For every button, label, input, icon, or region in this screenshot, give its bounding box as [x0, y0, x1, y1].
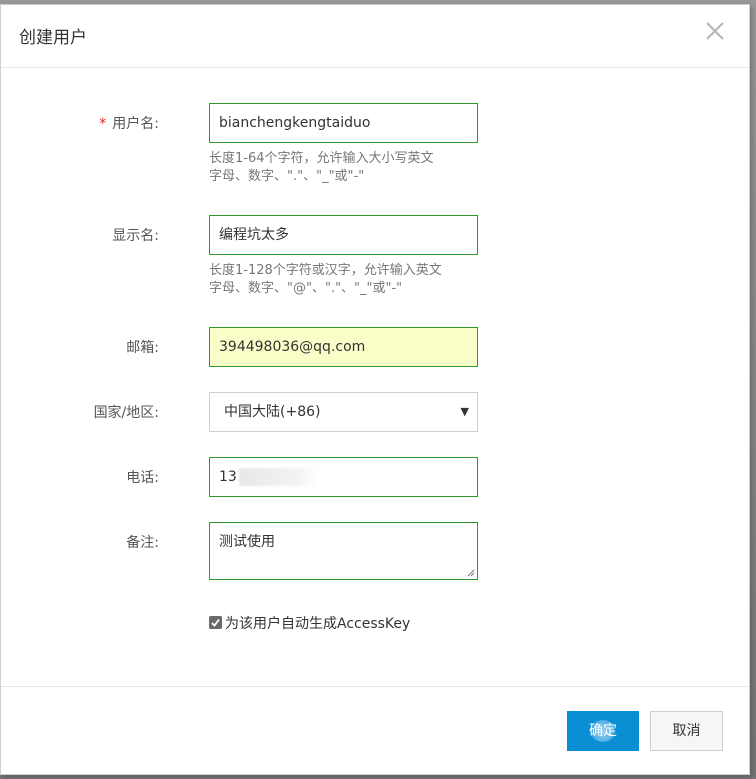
footer-divider	[1, 686, 749, 687]
note-label: 备注:	[126, 535, 159, 551]
close-icon[interactable]	[703, 19, 727, 43]
username-label: * 用户名:	[99, 116, 159, 132]
dialog-title: 创建用户	[19, 28, 87, 48]
redacted-blur	[238, 468, 319, 486]
region-label: 国家/地区:	[93, 405, 159, 421]
note-textarea[interactable]: 测试使用	[209, 522, 478, 580]
auto-accesskey-checkbox[interactable]	[209, 616, 222, 629]
phone-input[interactable]: 13	[209, 457, 478, 497]
email-label: 邮箱:	[126, 340, 159, 356]
check-icon	[209, 616, 222, 629]
auto-accesskey-label: 为该用户自动生成AccessKey	[225, 616, 411, 632]
display-name-label: 显示名:	[112, 228, 159, 244]
caret-down-icon: ▼	[460, 405, 469, 418]
dialog-header: 创建用户	[1, 5, 749, 68]
email-input[interactable]: 394498036@qq.com	[209, 327, 478, 367]
region-select[interactable]: 中国大陆(+86) ▼	[209, 392, 478, 432]
region-selected-value: 中国大陆(+86)	[224, 404, 321, 420]
phone-label: 电话:	[126, 470, 159, 486]
display-name-input[interactable]: 编程坑太多	[209, 215, 478, 255]
note-value: 测试使用	[219, 534, 275, 550]
resize-handle-icon[interactable]	[467, 569, 475, 577]
auto-accesskey-row[interactable]: 为该用户自动生成AccessKey	[209, 613, 410, 633]
username-input[interactable]: bianchengkengtaiduo	[209, 103, 478, 143]
create-user-dialog: 创建用户 * 用户名: bianchengkengtaiduo 长度1-64个字符…	[0, 4, 750, 775]
username-hint: 长度1-64个字符，允许输入大小写英文 字母、数字、"."、"_"或"-"	[209, 151, 434, 184]
confirm-button[interactable]: 确定	[567, 711, 639, 751]
phone-value: 13	[219, 469, 237, 485]
display-name-hint: 长度1-128个字符或汉字，允许输入英文 字母、数字、"@"、"."、"_"或"…	[209, 263, 442, 296]
required-mark: *	[99, 116, 107, 132]
cancel-button[interactable]: 取消	[650, 711, 723, 751]
